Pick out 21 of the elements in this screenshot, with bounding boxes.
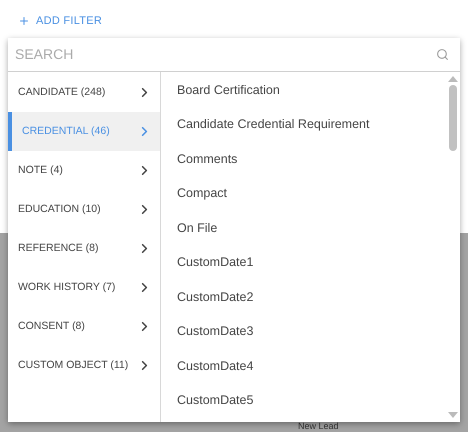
field-option[interactable]: Comments <box>161 142 446 176</box>
plus-icon <box>18 15 30 28</box>
category-item[interactable]: CUSTOM OBJECT (11) <box>8 346 160 385</box>
status-text: New Lead <box>298 422 339 431</box>
field-option[interactable]: Compact <box>161 176 446 211</box>
field-option[interactable]: On File <box>161 211 446 246</box>
field-option[interactable]: CustomDate1 <box>161 246 446 280</box>
field-option[interactable]: CustomDate2 <box>161 280 446 314</box>
search-icon <box>436 48 449 61</box>
category-item[interactable]: WORK HISTORY (7) <box>8 268 160 307</box>
category-item[interactable]: CANDIDATE (248) <box>8 73 160 112</box>
field-option[interactable]: Candidate Credential Requirement <box>161 108 446 142</box>
category-item[interactable]: EDUCATION (10) <box>8 190 160 229</box>
field-option[interactable]: CustomDate3 <box>161 314 446 349</box>
category-item[interactable]: CONSENT (8) <box>8 307 160 346</box>
search-field[interactable]: SEARCH <box>15 44 436 65</box>
category-item[interactable]: REFERENCE (8) <box>8 229 160 268</box>
field-option[interactable]: Board Certification <box>161 73 446 108</box>
category-item[interactable]: NOTE (4) <box>8 151 160 190</box>
field-option[interactable]: CustomDate4 <box>161 349 446 384</box>
field-option[interactable]: CustomDate5 <box>161 384 446 418</box>
